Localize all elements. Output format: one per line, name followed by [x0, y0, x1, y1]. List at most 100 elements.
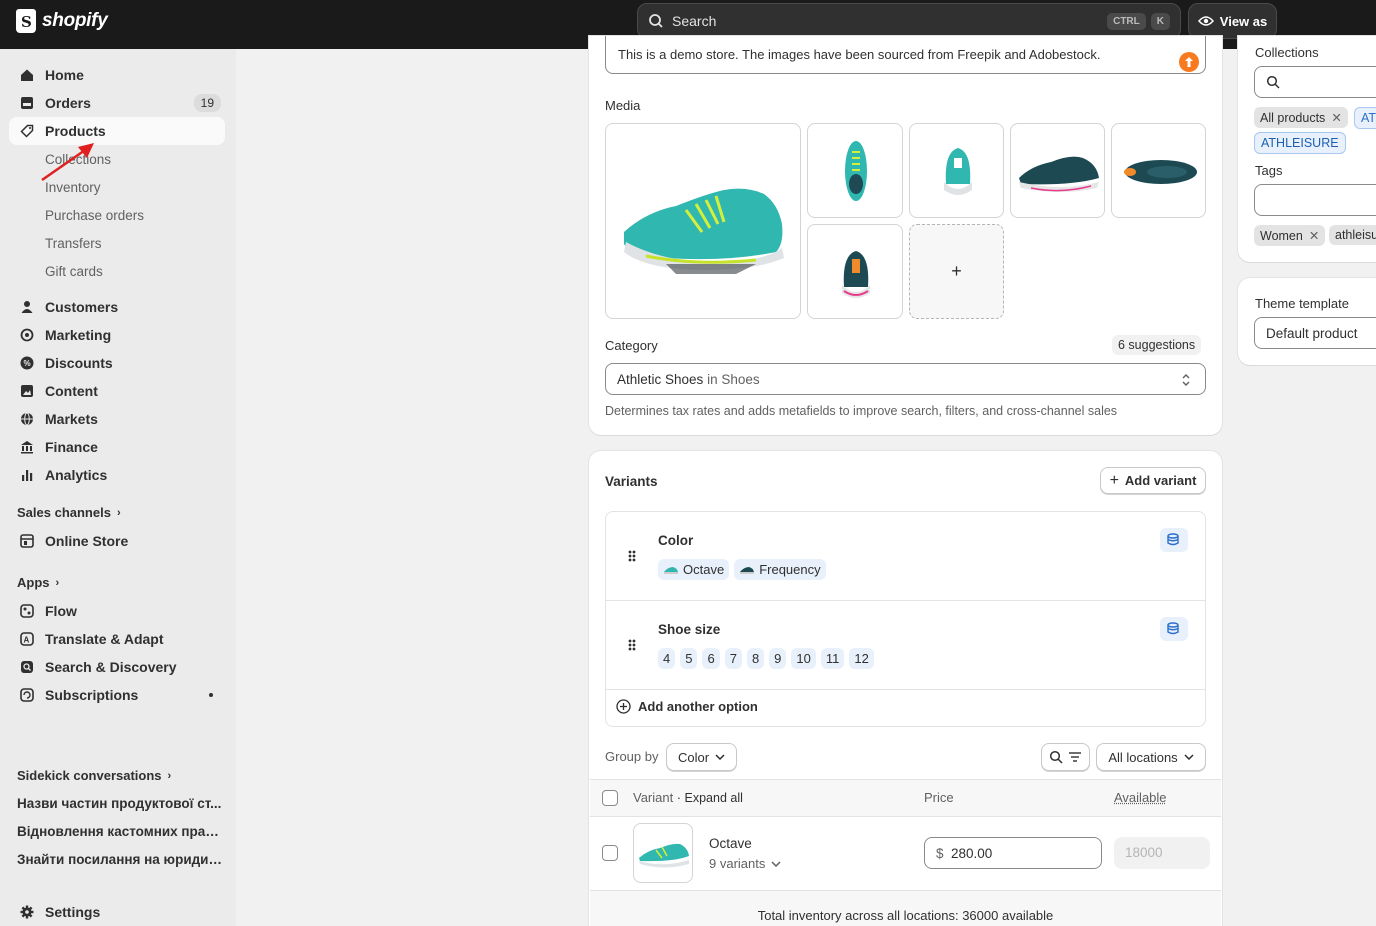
apps-heading[interactable]: Apps ›: [17, 575, 59, 590]
sidebar-item-translate[interactable]: A Translate & Adapt: [9, 625, 225, 653]
metafield-icon[interactable]: [1160, 528, 1188, 552]
sidebar-item-label: Discounts: [45, 355, 113, 371]
collection-tag: AT: [1354, 107, 1376, 129]
shoe-back-image: [944, 148, 972, 195]
add-another-option-button[interactable]: Add another option: [616, 699, 758, 714]
variant-image[interactable]: [633, 823, 693, 883]
theme-template-select[interactable]: Default product: [1254, 317, 1376, 349]
media-thumbnail[interactable]: [909, 123, 1004, 218]
option-value-pill[interactable]: 7: [724, 648, 742, 669]
shoe-top-image: [845, 141, 867, 201]
price-column-header: Price: [924, 790, 954, 805]
option-value-pill[interactable]: 9: [769, 648, 787, 669]
tags-input[interactable]: [1254, 184, 1376, 216]
available-column-header[interactable]: Available: [1114, 790, 1167, 805]
upload-arrow-icon[interactable]: [1179, 52, 1199, 72]
gear-icon: [17, 902, 37, 922]
search-placeholder: Search: [672, 13, 717, 29]
shopify-logo[interactable]: shopify: [16, 9, 108, 33]
sidekick-conversation[interactable]: Відновлення кастомних прав...: [17, 824, 222, 839]
select-all-checkbox[interactable]: [602, 790, 618, 806]
chevron-right-icon: ›: [167, 769, 172, 782]
media-thumbnail[interactable]: [807, 224, 903, 319]
drag-handle-icon[interactable]: [628, 639, 636, 651]
add-media-button[interactable]: +: [909, 224, 1004, 319]
sidebar-item-orders[interactable]: Orders 19: [9, 89, 225, 117]
sidebar-item-settings[interactable]: Settings: [9, 898, 225, 926]
discount-icon: %: [17, 353, 37, 373]
sidebar-item-content[interactable]: Content: [9, 377, 225, 405]
shopify-bag-icon: [16, 9, 36, 33]
sidebar-item-online-store[interactable]: Online Store: [9, 527, 225, 555]
plus-icon: +: [1109, 471, 1119, 489]
add-variant-button[interactable]: + Add variant: [1100, 467, 1206, 494]
description-editor[interactable]: This is a demo store. The images have be…: [605, 36, 1206, 74]
sidekick-conversation[interactable]: Назви частин продуктової ст...: [17, 796, 222, 811]
media-thumbnail[interactable]: [1010, 123, 1105, 218]
sidebar-item-search-discovery[interactable]: Search & Discovery: [9, 653, 225, 681]
variants-title: Variants: [605, 474, 658, 489]
row-checkbox[interactable]: [602, 845, 618, 861]
locations-select[interactable]: All locations: [1096, 743, 1206, 771]
sidebar-item-finance[interactable]: Finance: [9, 433, 225, 461]
sidebar-item-discounts[interactable]: % Discounts: [9, 349, 225, 377]
category-select[interactable]: Athletic Shoes in Shoes: [605, 363, 1206, 395]
option-name: Color: [658, 533, 694, 548]
remove-tag-icon[interactable]: ✕: [1331, 110, 1341, 125]
sidebar-sub-gift-cards[interactable]: Gift cards: [45, 264, 103, 279]
remove-tag-icon[interactable]: ✕: [1309, 228, 1319, 243]
option-value-pill[interactable]: 12: [849, 648, 874, 669]
option-value-pill[interactable]: Octave: [658, 559, 730, 580]
sidekick-conversation[interactable]: Знайти посилання на юридич...: [17, 852, 222, 867]
product-tag-label: athleisu: [1335, 228, 1376, 242]
metafield-icon[interactable]: [1160, 617, 1188, 641]
sidebar-item-label: Subscriptions: [45, 687, 139, 703]
drag-handle-icon[interactable]: [628, 550, 636, 562]
sidebar-item-subscriptions[interactable]: Subscriptions: [9, 681, 225, 709]
media-thumbnail[interactable]: [1111, 123, 1206, 218]
currency-symbol: $: [936, 846, 944, 861]
shoe-side-image: [624, 188, 784, 274]
chevron-down-icon: [715, 754, 725, 760]
sidebar-item-home[interactable]: Home: [9, 61, 225, 89]
sidebar-sub-purchase-orders[interactable]: Purchase orders: [45, 208, 144, 223]
tags-label: Tags: [1255, 163, 1283, 178]
option-value-pill[interactable]: 8: [746, 648, 765, 669]
sidebar-item-flow[interactable]: Flow: [9, 597, 225, 625]
sidebar-item-label: Markets: [45, 411, 98, 427]
variant-count-toggle[interactable]: 9 variants: [709, 856, 781, 871]
category-suggestions-badge[interactable]: 6 suggestions: [1112, 335, 1202, 355]
media-main-image[interactable]: [605, 123, 801, 319]
sidebar-item-customers[interactable]: Customers: [9, 293, 225, 321]
group-by-select[interactable]: Color: [666, 743, 737, 771]
option-value-pill[interactable]: Frequency: [734, 559, 826, 580]
sidebar-item-markets[interactable]: Markets: [9, 405, 225, 433]
shoe-dark-side-image: [1019, 156, 1099, 192]
variant-row-name[interactable]: Octave: [709, 836, 752, 851]
expand-all-link[interactable]: · Expand all: [677, 791, 743, 805]
search-bar[interactable]: Search CTRL K: [637, 3, 1181, 39]
option-value-pill[interactable]: 6: [702, 648, 720, 669]
variant-options-box: [605, 511, 1206, 727]
option-value-pill[interactable]: 4: [658, 648, 676, 669]
sidebar-item-analytics[interactable]: Analytics: [9, 461, 225, 489]
option-value-label: Frequency: [759, 562, 821, 577]
option-value-pill[interactable]: 5: [680, 648, 698, 669]
category-parent: in Shoes: [703, 372, 760, 387]
sidebar-item-label: Translate & Adapt: [45, 631, 164, 647]
collections-search[interactable]: [1254, 66, 1376, 98]
svg-text:%: %: [24, 359, 31, 368]
sidebar-item-marketing[interactable]: Marketing: [9, 321, 225, 349]
option-value-pill[interactable]: 11: [820, 648, 845, 669]
media-thumbnail[interactable]: [807, 123, 903, 218]
sidebar-item-label: Finance: [45, 439, 98, 455]
option-value-pill[interactable]: 10: [791, 648, 816, 669]
search-filter-button[interactable]: [1041, 743, 1090, 771]
sidekick-heading[interactable]: Sidekick conversations ›: [17, 768, 171, 783]
category-label: Category: [605, 338, 658, 353]
logo-text: shopify: [42, 10, 108, 31]
price-input[interactable]: $ 280.00: [924, 837, 1102, 869]
sidebar-sub-transfers[interactable]: Transfers: [45, 236, 102, 251]
sales-channels-heading[interactable]: Sales channels ›: [17, 505, 121, 520]
view-as-button[interactable]: View as: [1188, 3, 1277, 39]
